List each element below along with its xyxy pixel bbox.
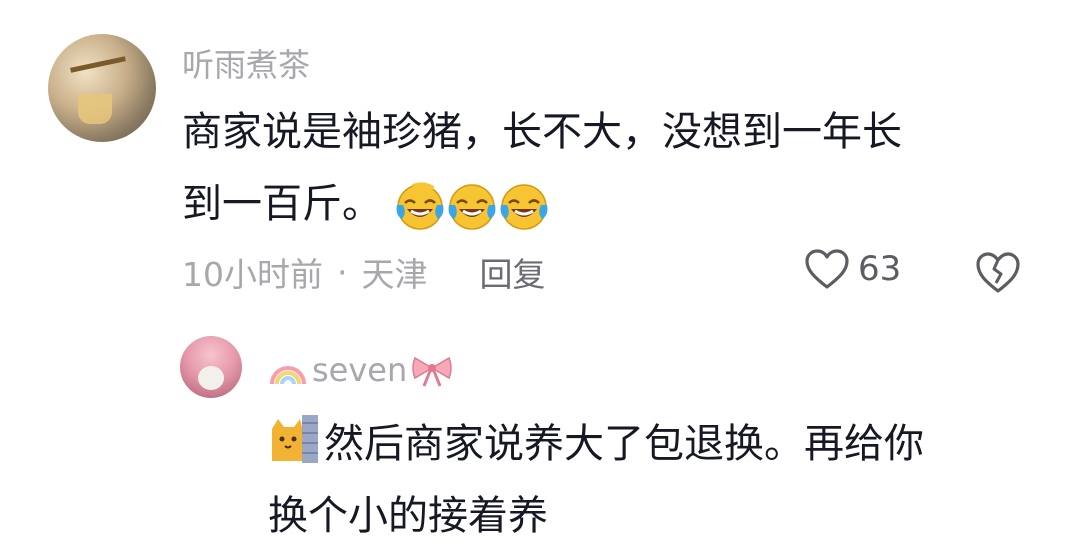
comment-line-2-text: 到一百斤。 bbox=[182, 181, 382, 227]
comment-line-1: 商家说是袖珍猪，长不大，没想到一年长 bbox=[182, 109, 902, 155]
reply-body: 然后商家说养大了包退换。再给你 换个小的接着养 bbox=[268, 408, 1048, 552]
commenter-username[interactable]: 听雨煮茶 bbox=[182, 40, 310, 86]
heart-outline-icon bbox=[805, 249, 849, 289]
replier-username: seven bbox=[312, 351, 408, 389]
reply-line-2: 换个小的接着养 bbox=[268, 493, 548, 539]
cat-peeking-emoji-icon bbox=[272, 415, 318, 463]
broken-heart-icon dislike-button[interactable] bbox=[974, 250, 1022, 294]
meta-separator: · bbox=[337, 252, 348, 292]
rainbow-icon bbox=[270, 366, 306, 385]
laughing-crying-emoji-icon bbox=[448, 184, 496, 230]
comment-meta: 10小时前 · 天津 回复 bbox=[182, 248, 546, 296]
reply-line-1-text: 然后商家说养大了包退换。再给你 bbox=[324, 421, 924, 467]
comment-location: 天津 bbox=[361, 255, 428, 294]
comment-time: 10小时前 bbox=[182, 255, 323, 294]
laughing-crying-emoji-icon bbox=[500, 184, 548, 230]
like-count: 63 bbox=[858, 249, 902, 289]
laughing-crying-emoji-icon bbox=[396, 182, 444, 230]
reply-line-1: 然后商家说养大了包退换。再给你 bbox=[268, 408, 1048, 480]
replier-avatar[interactable] bbox=[180, 336, 242, 398]
comment-body: 商家说是袖珍猪，长不大，没想到一年长 到一百斤。 bbox=[182, 96, 1042, 240]
like-button[interactable]: 63 bbox=[804, 248, 901, 290]
reply-button[interactable]: 回复 bbox=[480, 248, 546, 296]
comment-line-2: 到一百斤。 bbox=[182, 168, 1042, 240]
ribbon-bow-icon bbox=[412, 356, 453, 387]
replier-username-row[interactable]: seven bbox=[268, 350, 453, 390]
commenter-avatar[interactable] bbox=[48, 34, 156, 142]
